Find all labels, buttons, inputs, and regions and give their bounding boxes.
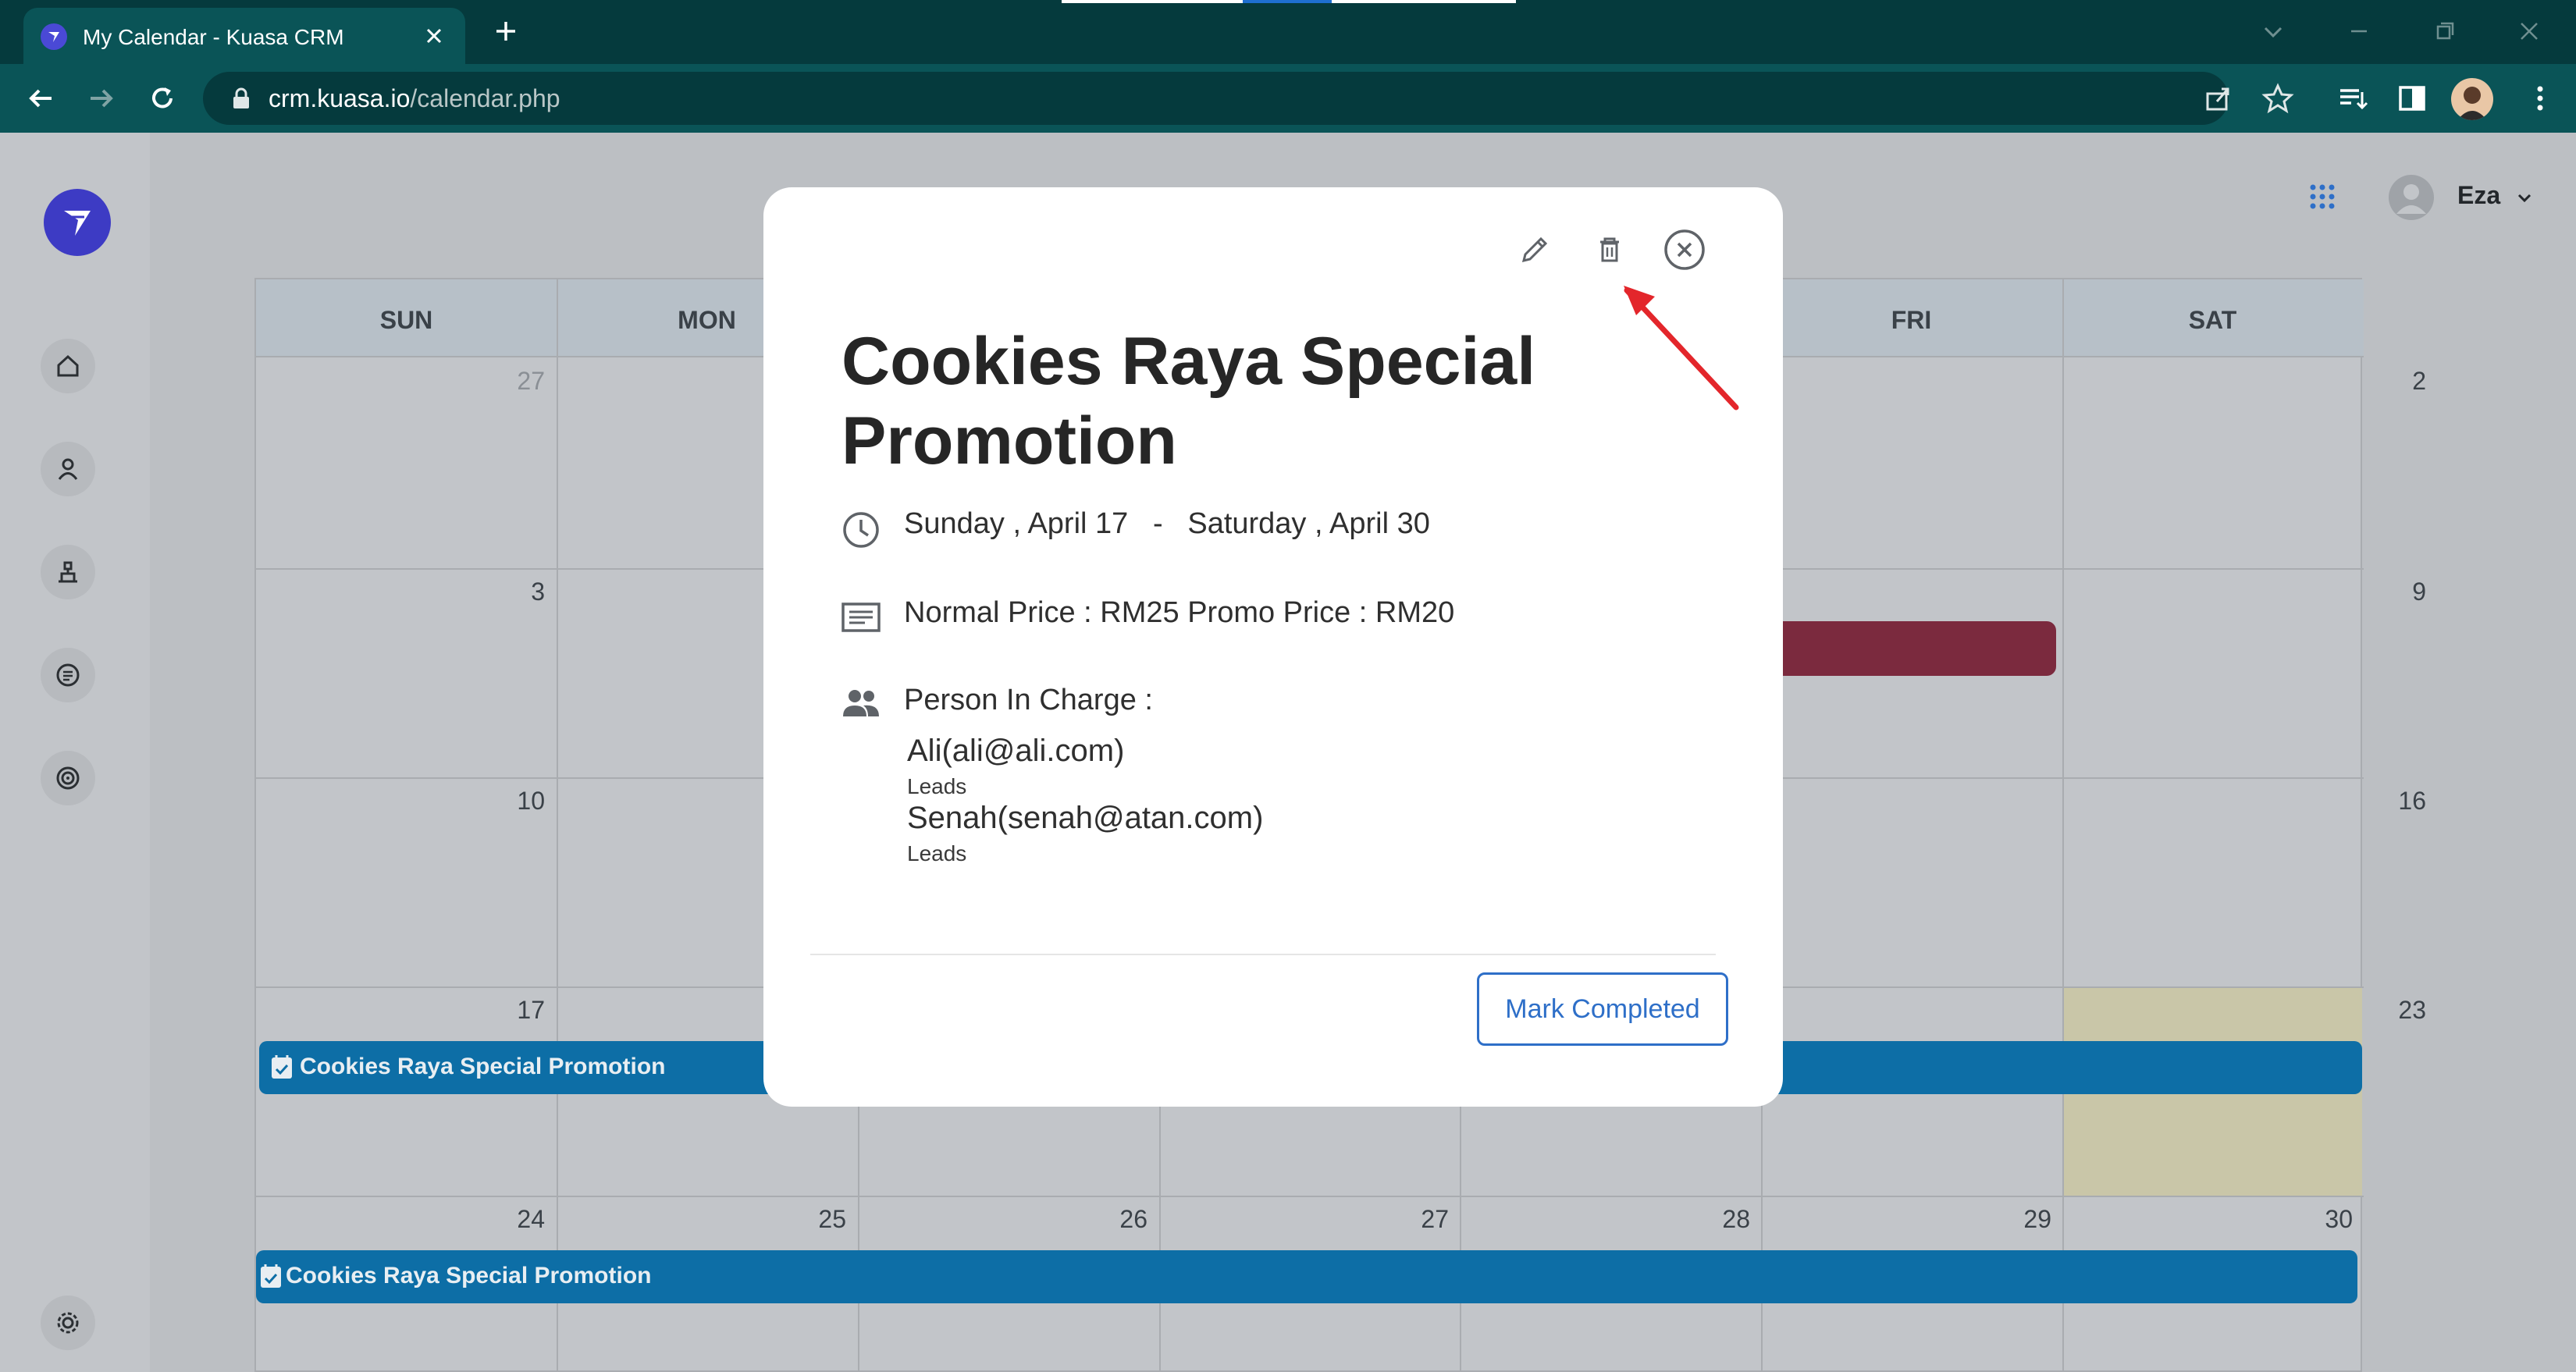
date-number[interactable]: 27: [1386, 1205, 1449, 1234]
date-number[interactable]: 30: [2290, 1205, 2353, 1234]
profile-avatar[interactable]: [2451, 78, 2493, 120]
notes-icon: [841, 602, 881, 632]
window-edge: [1332, 0, 1516, 3]
minimize-icon[interactable]: [2343, 16, 2375, 47]
url-text: crm.kuasa.io/calendar.php: [269, 84, 560, 113]
url-host: crm.kuasa.io: [269, 84, 411, 112]
calendar-event[interactable]: [1778, 621, 2056, 676]
date-number[interactable]: 28: [1688, 1205, 1750, 1234]
bookmark-star-icon[interactable]: [2261, 81, 2295, 116]
settings-gear-icon[interactable]: [41, 1296, 95, 1350]
date-number[interactable]: 26: [1085, 1205, 1147, 1234]
close-icon[interactable]: [1661, 226, 1708, 273]
calendar-event[interactable]: Cookies Raya Special Promotion: [256, 1250, 2357, 1303]
window-close-icon[interactable]: [2514, 16, 2545, 47]
trash-icon[interactable]: [1586, 226, 1633, 273]
user-avatar-icon[interactable]: [2389, 175, 2434, 220]
notes-nav-icon[interactable]: [41, 648, 95, 702]
mark-completed-button[interactable]: Mark Completed: [1477, 972, 1728, 1046]
day-name: FRI: [1891, 306, 1932, 334]
event-dates: Sunday , April 17 - Saturday , April 30: [904, 507, 1430, 541]
forward-icon[interactable]: [84, 81, 119, 116]
date-number[interactable]: 23: [2364, 996, 2426, 1025]
apps-grid-icon[interactable]: [2307, 181, 2338, 212]
date-number[interactable]: 29: [1989, 1205, 2051, 1234]
annotation-arrow-icon: [1624, 286, 1739, 411]
date-number[interactable]: 25: [784, 1205, 846, 1234]
lock-icon[interactable]: [231, 87, 251, 109]
calendar-check-icon: [272, 1055, 292, 1079]
new-tab-icon[interactable]: [490, 16, 521, 47]
url-path: /calendar.php: [410, 84, 560, 112]
tab-close-icon[interactable]: [420, 22, 448, 50]
event-start-date: Sunday , April 17: [904, 507, 1129, 540]
modal-divider: [810, 954, 1716, 955]
person-name: Ali(ali@ali.com): [907, 734, 1125, 768]
target-icon[interactable]: [41, 751, 95, 805]
date-number[interactable]: 24: [482, 1205, 545, 1234]
back-icon[interactable]: [23, 81, 58, 116]
event-label: Cookies Raya Special Promotion: [300, 1054, 666, 1079]
date-number[interactable]: 3: [482, 578, 545, 606]
grid-line: [2062, 279, 2064, 1372]
people-icon: [843, 690, 879, 716]
address-bar[interactable]: crm.kuasa.io/calendar.php: [203, 72, 2229, 125]
window-edge: [1062, 0, 1243, 3]
tab-title: My Calendar - Kuasa CRM: [83, 25, 344, 49]
clock-icon: [843, 512, 879, 548]
screen: My Calendar - Kuasa CRM crm.kuasa.io/cal…: [0, 0, 2576, 1372]
contacts-icon[interactable]: [41, 442, 95, 496]
window-edge-active: [1243, 0, 1332, 3]
edit-icon[interactable]: [1511, 226, 1558, 273]
menu-dots-icon[interactable]: [2523, 81, 2557, 116]
pipeline-icon[interactable]: [41, 545, 95, 599]
grid-line: [256, 1196, 2364, 1197]
side-panel-icon[interactable]: [2395, 81, 2429, 116]
browser-toolbar: crm.kuasa.io/calendar.php: [0, 64, 2576, 133]
event-title: Cookies Raya Special Promotion: [841, 324, 1536, 478]
day-name: SUN: [379, 306, 433, 334]
tab-search-icon[interactable]: [2258, 16, 2289, 47]
grid-line: [557, 279, 558, 1372]
reload-icon[interactable]: [145, 81, 180, 116]
date-number[interactable]: 16: [2364, 787, 2426, 816]
person-role: Leads: [907, 841, 967, 865]
date-number[interactable]: 9: [2364, 578, 2426, 606]
person-name: Senah(senah@atan.com): [907, 801, 1264, 835]
favicon-icon: [41, 23, 67, 50]
person-role: Leads: [907, 774, 967, 798]
app-sidebar: [0, 133, 150, 1372]
calendar-check-icon: [261, 1264, 281, 1288]
date-number[interactable]: 17: [482, 996, 545, 1025]
date-number[interactable]: 2: [2364, 367, 2426, 396]
event-label: Cookies Raya Special Promotion: [286, 1263, 652, 1288]
day-name: SAT: [2188, 306, 2237, 334]
date-separator: -: [1153, 507, 1163, 540]
date-number[interactable]: 10: [482, 787, 545, 816]
person-in-charge-label: Person In Charge :: [904, 684, 1153, 716]
browser-tab[interactable]: My Calendar - Kuasa CRM: [23, 8, 465, 64]
event-description: Normal Price : RM25 Promo Price : RM20: [904, 596, 1455, 629]
browser-titlebar: My Calendar - Kuasa CRM: [0, 0, 2576, 64]
restore-icon[interactable]: [2429, 16, 2460, 47]
share-icon[interactable]: [2201, 81, 2236, 116]
date-number[interactable]: 27: [482, 367, 545, 396]
event-end-date: Saturday , April 30: [1187, 507, 1430, 540]
home-icon[interactable]: [41, 339, 95, 393]
user-name[interactable]: Eza: [2457, 181, 2500, 210]
chevron-down-icon[interactable]: [2515, 190, 2534, 206]
reading-list-icon[interactable]: [2336, 81, 2370, 116]
kuasa-logo-icon[interactable]: [44, 189, 111, 256]
